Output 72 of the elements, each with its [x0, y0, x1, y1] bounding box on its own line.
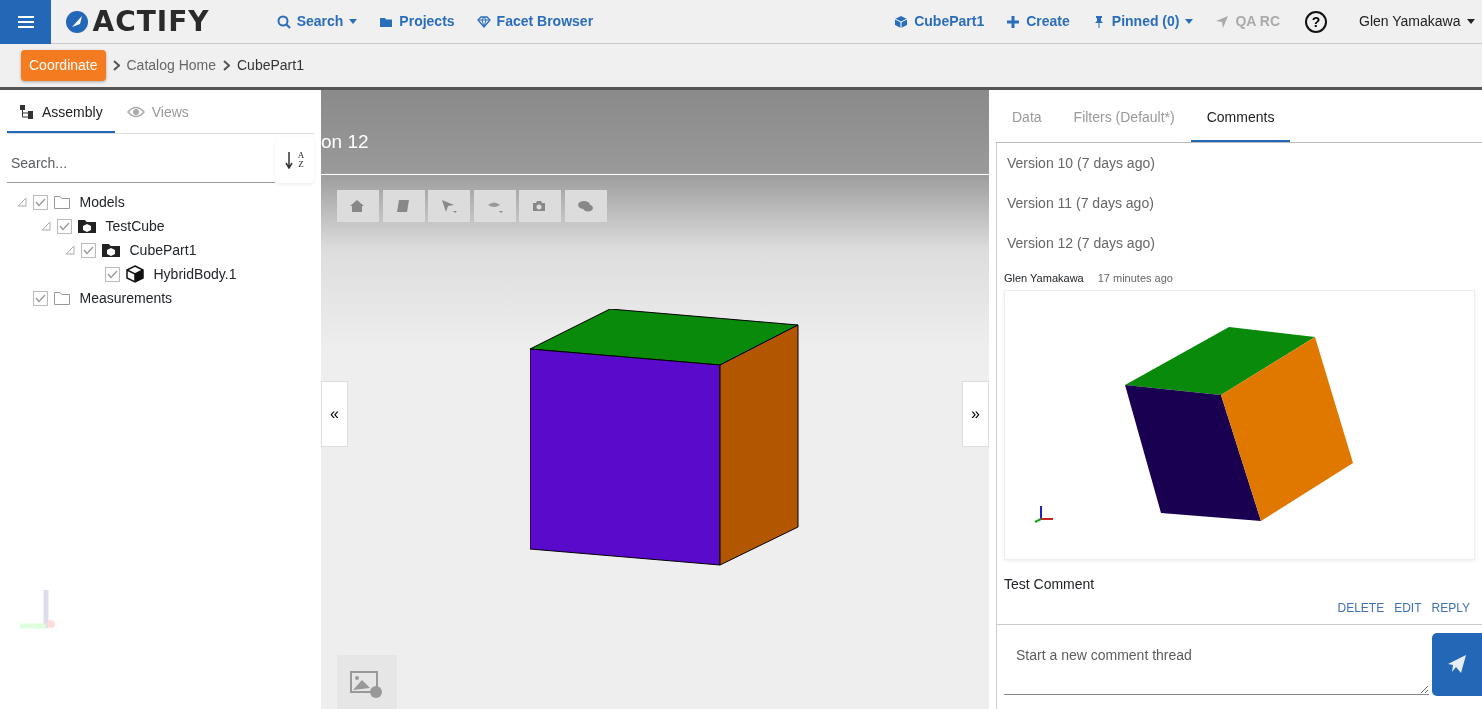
arrow-icon [1215, 14, 1230, 29]
sort-letter: Z [297, 160, 305, 169]
nav-link[interactable]: Facet Browser [472, 11, 598, 32]
breadcrumb-current: CubePart1 [237, 56, 304, 75]
cube-icon [894, 14, 909, 29]
user-menu[interactable]: Glen Yamakawa [1355, 11, 1479, 32]
diamond-icon [476, 14, 491, 29]
nav-link[interactable]: Pinned (0) [1087, 11, 1198, 32]
chevron-icon [112, 60, 120, 71]
tree-checkbox[interactable] [33, 290, 48, 306]
comment-text: Test Comment [1003, 575, 1096, 594]
cursor-button[interactable] [428, 190, 470, 222]
cube-icon [126, 265, 144, 283]
comment-time: 17 minutes ago [1097, 271, 1173, 286]
chat-button[interactable] [564, 190, 607, 222]
nav-link[interactable]: Search [272, 11, 362, 32]
tree-item-label[interactable]: TestCube [105, 215, 165, 237]
search-icon [276, 14, 291, 29]
expand-panel-button[interactable]: » [962, 381, 989, 447]
plus-icon [1006, 14, 1021, 29]
version-item[interactable]: Version 12 (7 days ago) [997, 223, 1482, 263]
search-field[interactable]: Search... [7, 143, 275, 183]
menu-button[interactable] [0, 0, 51, 44]
chevron-icon [223, 60, 230, 71]
eye-icon [126, 106, 145, 118]
panel-tab[interactable]: Comments [1190, 97, 1291, 142]
logo-text: ACTIFY [92, 3, 210, 40]
nav-link[interactable]: CubePart1 [890, 11, 989, 32]
paper-plane-icon [1447, 654, 1468, 674]
delete-button[interactable]: DELETE [1332, 598, 1390, 617]
caret-icon [1185, 19, 1194, 24]
logo-icon [65, 9, 89, 34]
tree-item-label[interactable]: Measurements [79, 287, 173, 309]
axis-triad-icon [20, 590, 56, 630]
menu-icon [17, 14, 34, 29]
collapse-panel-button[interactable]: « [321, 381, 348, 447]
edit-button[interactable]: EDIT [1389, 598, 1427, 617]
send-button[interactable] [1432, 632, 1482, 696]
caret-icon [1466, 19, 1475, 24]
chat-icon [576, 198, 595, 214]
folder-icon [54, 195, 70, 209]
assembly-icon [78, 219, 96, 233]
book-button[interactable] [382, 190, 425, 222]
help-button[interactable]: ? [1305, 10, 1328, 33]
caret-icon [349, 19, 358, 24]
folder-icon [54, 291, 70, 305]
tree-checkbox[interactable] [81, 242, 96, 258]
camera-button[interactable] [519, 190, 561, 222]
home-button[interactable] [337, 190, 379, 222]
tree-checkbox[interactable] [57, 218, 72, 234]
sort-button[interactable]: A Z [274, 137, 314, 183]
version-item[interactable]: Version 10 (7 days ago) [997, 143, 1482, 183]
down-arrow-icon [284, 151, 295, 169]
nav-link[interactable]: Projects [375, 11, 459, 32]
tree-item-label[interactable]: CubePart1 [129, 239, 197, 261]
tree-checkbox[interactable] [33, 194, 48, 210]
tree-checkbox[interactable] [105, 266, 120, 282]
reply-button[interactable]: REPLY [1426, 598, 1475, 617]
image-settings-icon[interactable] [337, 655, 397, 709]
cursor-icon [440, 198, 458, 214]
axis-triad-icon [1033, 503, 1055, 523]
hierarchy-icon [19, 104, 35, 120]
assembly-icon [102, 243, 120, 257]
comment-author: Glen Yamakawa [1004, 271, 1084, 286]
sort-letter: A [297, 151, 305, 160]
nav-link[interactable]: Create [1002, 11, 1074, 32]
breadcrumb-link[interactable]: Catalog Home [126, 55, 216, 76]
tree-item-label[interactable]: HybridBody.1 [153, 263, 237, 285]
version-item[interactable]: Version 11 (7 days ago) [997, 183, 1482, 223]
panel-tab[interactable]: Assembly [7, 93, 115, 133]
eye-button[interactable] [473, 190, 516, 222]
tree-item-label[interactable]: Models [79, 191, 125, 213]
